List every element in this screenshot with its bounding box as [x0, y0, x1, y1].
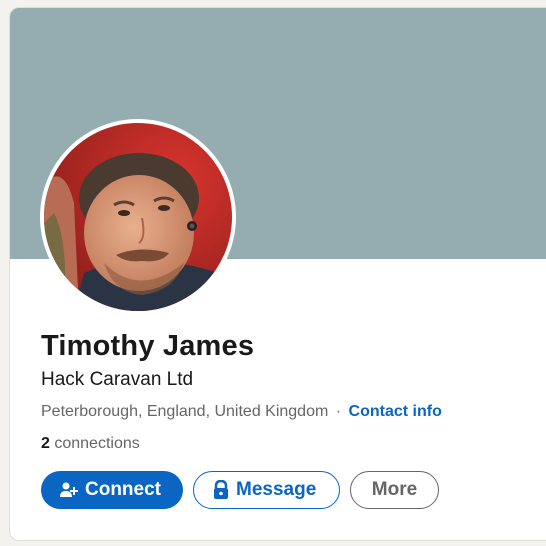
add-person-icon	[59, 480, 79, 500]
connections-number: 2	[41, 435, 50, 452]
message-label: Message	[236, 479, 317, 500]
location-row: Peterborough, England, United Kingdom · …	[41, 403, 442, 421]
message-button[interactable]: Message	[193, 471, 340, 509]
contact-info-link[interactable]: Contact info	[349, 403, 442, 420]
separator-dot: ·	[335, 403, 342, 420]
connections-label: connections	[49, 435, 140, 452]
profile-photo[interactable]	[40, 119, 236, 315]
more-label: More	[371, 479, 418, 500]
avatar	[44, 123, 232, 311]
connections-count[interactable]: 2 connections	[41, 435, 140, 453]
profile-location: Peterborough, England, United Kingdom	[41, 403, 329, 420]
connect-button[interactable]: Connect	[41, 471, 183, 509]
profile-headline: Hack Caravan Ltd	[41, 369, 194, 390]
profile-name: Timothy James	[41, 330, 255, 362]
profile-actions: Connect Message More	[41, 471, 439, 509]
connect-label: Connect	[85, 479, 161, 500]
profile-card: Timothy James Hack Caravan Ltd Peterboro…	[9, 7, 546, 541]
more-button[interactable]: More	[350, 471, 439, 509]
lock-icon	[212, 480, 230, 500]
